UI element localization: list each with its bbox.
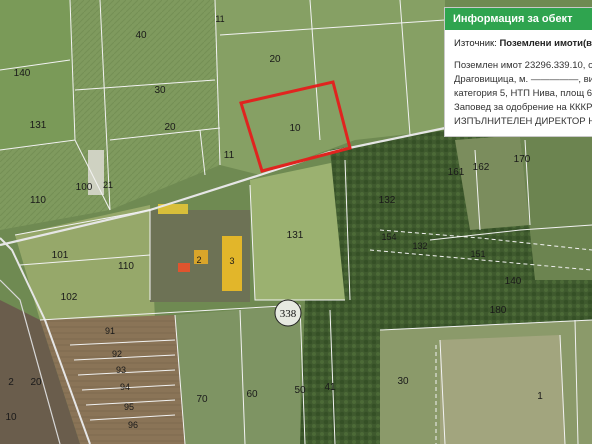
parcel-label: 20 (164, 122, 176, 133)
parcel-label: 1 (537, 391, 543, 402)
info-source-line: Източник: Поземлени имоти(ва (445, 30, 592, 49)
parcel-label: 60 (246, 389, 258, 400)
info-source-prefix: Източник: (454, 38, 497, 49)
info-line: категория 5, НТП Нива, площ 69 (454, 88, 592, 99)
parcel-label: 101 (52, 250, 69, 261)
parcel-label: 91 (105, 326, 115, 336)
parcel-label: 140 (14, 68, 31, 79)
parcel-label: 132 (379, 195, 396, 206)
parcel-label: 162 (473, 162, 490, 173)
parcel-label: 100 (76, 182, 93, 193)
info-line: Заповед за одобрение на КККР І (454, 102, 592, 113)
parcel-label: 140 (505, 276, 522, 287)
info-line: Поземлен имот 23296.339.10, об (454, 60, 592, 71)
farm-building (178, 263, 190, 272)
info-panel-title: Информация за обект (445, 8, 592, 30)
parcel-label: 2 (8, 377, 14, 388)
parcel-label: 151 (470, 249, 485, 259)
parcel-label: 10 (5, 412, 17, 423)
parcel-label: 161 (448, 167, 465, 178)
parcel-label: 110 (118, 261, 134, 272)
field-area (175, 305, 300, 444)
parcel-label: 50 (294, 385, 306, 396)
parcel-label: 102 (61, 292, 78, 303)
parcel-label: 154 (381, 232, 396, 242)
parcel-label: 131 (30, 120, 47, 131)
parcel-label: 20 (269, 54, 281, 65)
parcel-label: 30 (397, 376, 409, 387)
parcel-label: 95 (124, 402, 134, 412)
parcel-label: 70 (196, 394, 208, 405)
parcel-label: 94 (120, 382, 130, 392)
parcel-label: 180 (490, 305, 507, 316)
parcel-label: 132 (412, 241, 427, 251)
parcel-label: 10 (289, 123, 301, 134)
info-source-value[interactable]: Поземлени имоти(ва (499, 38, 592, 49)
parcel-label: 11 (224, 150, 235, 161)
parcel-label: 41 (324, 382, 336, 393)
parcel-label: 11 (215, 14, 224, 24)
parcel-label: 110 (30, 195, 46, 206)
info-panel-body: Поземлен имот 23296.339.10, об Драговищи… (445, 49, 592, 129)
parcel-label: 21 (103, 180, 113, 190)
parcel-label: 170 (514, 154, 531, 165)
parcel-label: 96 (128, 420, 138, 430)
parcel-label: 92 (112, 349, 122, 359)
parcel-label: 93 (116, 365, 126, 375)
road-number-label: 338 (280, 308, 297, 320)
parcel-label: 2 (196, 255, 201, 265)
field-area (440, 335, 565, 444)
info-line: Драговищица, м. ―――――, вид о (454, 74, 592, 85)
parcel-label: 30 (154, 85, 166, 96)
parcel-label: 131 (287, 230, 304, 241)
info-line: ИЗПЪЛНИТЕЛЕН ДИРЕКТОР НА (454, 116, 592, 127)
parcel-label: 20 (30, 377, 42, 388)
object-info-panel: Информация за обект Източник: Поземлени … (444, 7, 592, 137)
parcel-label: 40 (135, 30, 147, 41)
parcel-label: 3 (229, 256, 234, 266)
